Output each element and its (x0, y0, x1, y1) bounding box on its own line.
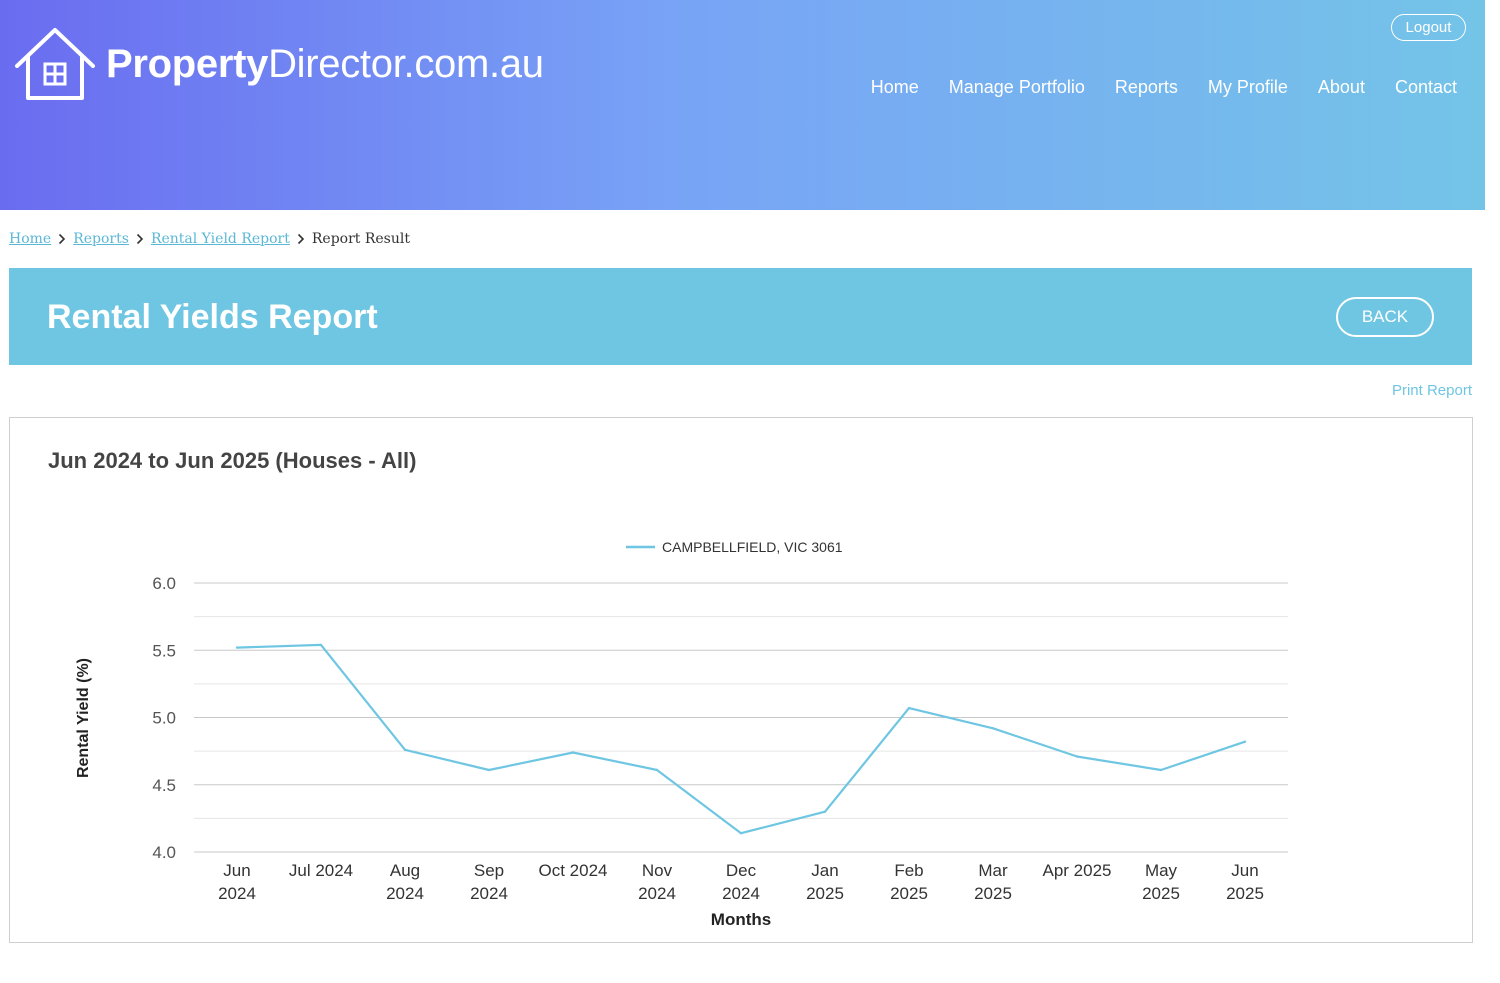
chevron-right-icon (58, 233, 66, 245)
logo-wordmark: PropertyDirector.com.au (106, 44, 544, 84)
data-point (823, 810, 827, 813)
data-point (319, 643, 323, 647)
page-banner: Rental Yields Report BACK (9, 268, 1472, 365)
x-tick-label: May (1145, 861, 1178, 880)
x-tick-label: 2025 (1142, 884, 1180, 903)
logo-text-bold: Property (106, 42, 269, 86)
back-button[interactable]: BACK (1336, 297, 1434, 337)
data-point (991, 727, 995, 730)
breadcrumb-reports[interactable]: Reports (73, 231, 129, 247)
x-tick-label: 2024 (638, 884, 676, 903)
nav-my-profile[interactable]: My Profile (1208, 77, 1288, 98)
x-tick-label: Dec (726, 861, 757, 880)
data-point (655, 768, 659, 772)
data-point (487, 768, 491, 772)
x-tick-label: 2025 (1226, 884, 1264, 903)
logout-button[interactable]: Logout (1391, 14, 1466, 41)
x-tick-label: Jul 2024 (289, 861, 353, 880)
y-tick-label: 4.0 (152, 843, 176, 862)
page-title: Rental Yields Report (47, 298, 378, 336)
y-tick-label: 4.5 (152, 776, 176, 795)
y-tick-label: 5.0 (152, 709, 176, 728)
chart-card: Jun 2024 to Jun 2025 (Houses - All) 4.0 4… (9, 417, 1473, 943)
data-point (1243, 740, 1247, 743)
nav-manage-portfolio[interactable]: Manage Portfolio (949, 77, 1085, 98)
chevron-right-icon (136, 233, 144, 245)
x-tick-label: Jun (223, 861, 250, 880)
site-header: PropertyDirector.com.au Logout Home Mana… (0, 0, 1485, 210)
x-tick-label: Mar (978, 861, 1008, 880)
data-point (739, 832, 743, 835)
x-tick-label: 2025 (806, 884, 844, 903)
x-axis-title: Months (711, 910, 771, 929)
data-point (571, 751, 575, 754)
x-tick-label: Sep (474, 861, 504, 880)
x-tick-label: 2025 (974, 884, 1012, 903)
x-tick-label: 2024 (386, 884, 424, 903)
breadcrumb-current: Report Result (311, 231, 410, 247)
house-icon (15, 28, 95, 100)
legend-label: CAMPBELLFIELD, VIC 3061 (662, 539, 843, 555)
logo-text-light: Director.com.au (268, 42, 544, 86)
series-line (236, 643, 1246, 835)
x-tick-label: Jan (811, 861, 838, 880)
rental-yield-chart: 4.0 4.5 5.0 5.5 6.0 Jun 2024 Jul 2024 Aug 2024 Sep… (75, 539, 1288, 929)
x-tick-label: Feb (894, 861, 923, 880)
x-tick-label: Jun (1231, 861, 1258, 880)
data-point (1159, 768, 1163, 772)
y-tick-label: 6.0 (152, 574, 176, 593)
main-nav: Home Manage Portfolio Reports My Profile… (871, 77, 1457, 98)
x-tick-label: Oct 2024 (539, 861, 608, 880)
nav-reports[interactable]: Reports (1115, 77, 1178, 98)
x-tick-label: Aug (390, 861, 420, 880)
nav-home[interactable]: Home (871, 77, 919, 98)
data-point (403, 748, 407, 751)
breadcrumb-rental-yield-report[interactable]: Rental Yield Report (151, 231, 290, 247)
y-tick-label: 5.5 (152, 641, 176, 660)
nav-about[interactable]: About (1318, 77, 1365, 98)
x-tick-label: Nov (642, 861, 673, 880)
print-report-link[interactable]: Print Report (1392, 382, 1472, 399)
breadcrumb: Home Reports Rental Yield Report Report … (9, 231, 410, 247)
data-point (907, 706, 911, 710)
x-tick-label: 2024 (218, 884, 256, 903)
x-tick-label: Apr 2025 (1043, 861, 1112, 880)
y-axis-title: Rental Yield (%) (75, 658, 92, 778)
chevron-right-icon (297, 233, 305, 245)
data-point (1075, 755, 1079, 758)
breadcrumb-home[interactable]: Home (9, 231, 51, 247)
x-tick-label: 2025 (890, 884, 928, 903)
data-point (235, 646, 239, 649)
site-logo[interactable]: PropertyDirector.com.au (14, 26, 544, 102)
x-tick-label: 2024 (722, 884, 760, 903)
nav-contact[interactable]: Contact (1395, 77, 1457, 98)
x-tick-label: 2024 (470, 884, 508, 903)
